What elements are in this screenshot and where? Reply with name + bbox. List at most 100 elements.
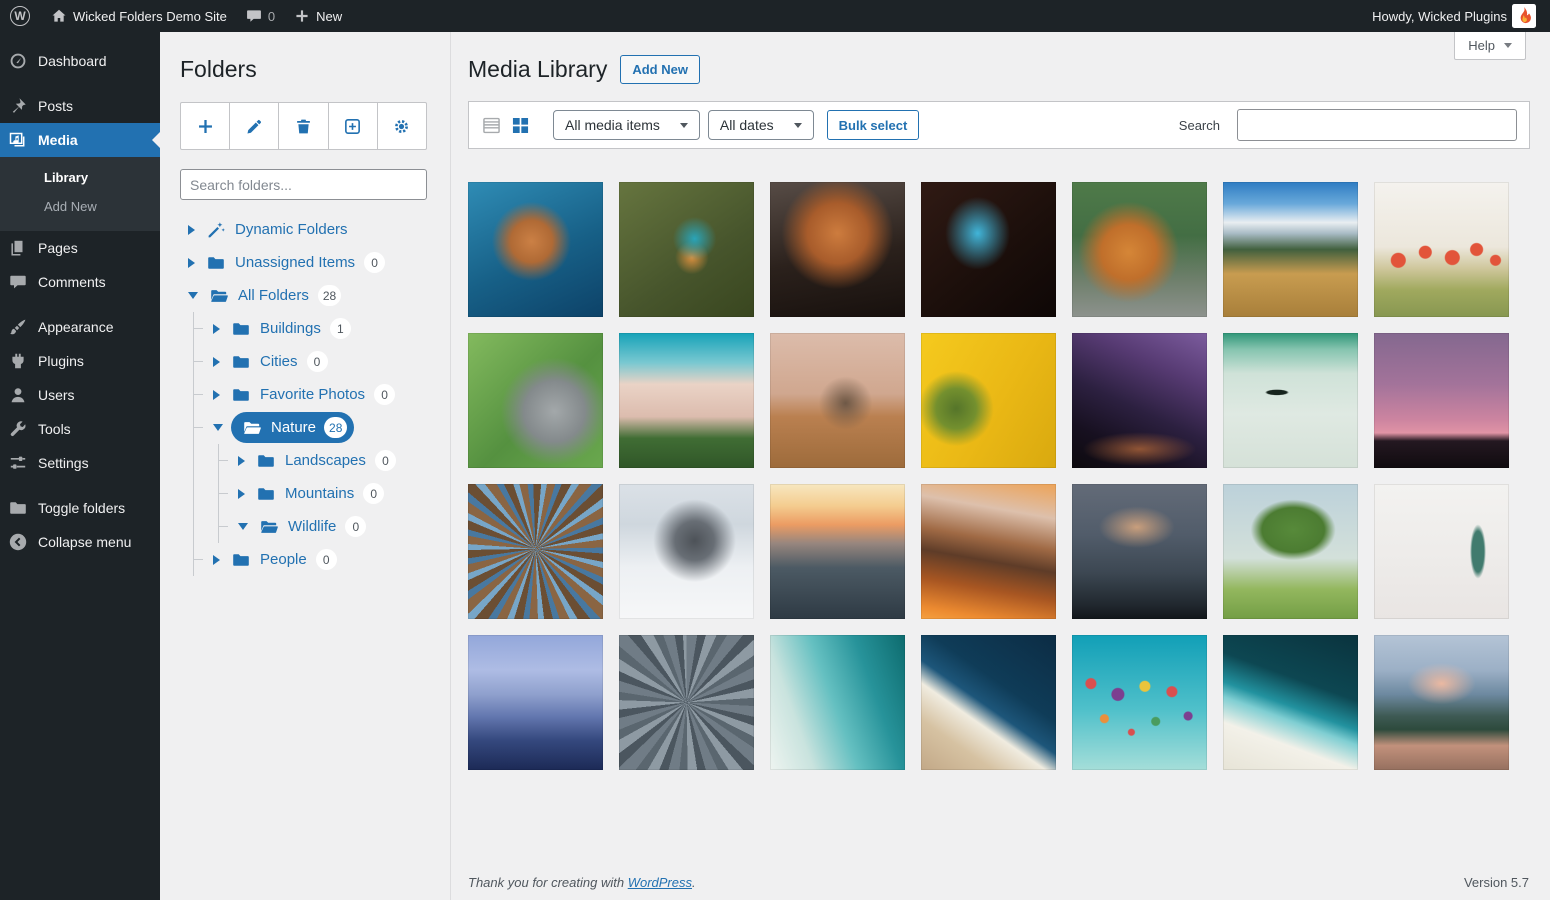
sidebar-item-dashboard[interactable]: Dashboard [0,44,160,78]
expand-arrow-icon[interactable] [188,225,195,235]
expand-arrow-icon[interactable] [213,324,220,334]
footer: Thank you for creating with WordPress. V… [468,875,1529,890]
folder-node-wildlife[interactable]: Wildlife0 [180,510,450,543]
media-toolbar: All media items All dates Bulk select Se… [468,101,1530,149]
media-item-fox[interactable] [770,182,905,317]
date-filter[interactable]: All dates [708,110,814,140]
media-item-forest-canopy[interactable] [468,484,603,619]
delete-folder-button[interactable] [279,103,328,149]
wordpress-link[interactable]: WordPress [628,875,692,890]
sidebar-item-plugins[interactable]: Plugins [0,344,160,378]
media-item-blue-mountain-layers[interactable] [468,635,603,770]
media-item-ocean-shore-aerial[interactable] [921,635,1056,770]
expand-arrow-icon[interactable] [238,489,245,499]
folder-settings-button[interactable] [378,103,426,149]
media-item-misty-fjord[interactable] [1072,484,1207,619]
site-name-link[interactable]: Wicked Folders Demo Site [44,0,233,32]
sidebar-subitem-library[interactable]: Library [0,163,160,192]
sidebar-item-media[interactable]: Media [0,123,160,157]
folder-search-input[interactable] [180,169,427,200]
account-menu[interactable]: Howdy, Wicked Plugins [1366,0,1542,32]
collapse-arrow-icon[interactable] [213,424,223,431]
add-new-button[interactable]: Add New [620,55,700,84]
sidebar-item-settings[interactable]: Settings [0,446,160,480]
media-item-statue-of-liberty-fog[interactable] [1374,484,1509,619]
sidebar-item-comments[interactable]: Comments [0,265,160,299]
folder-node-nature[interactable]: Nature28 [180,411,450,444]
media-item-milky-way-church[interactable] [1072,333,1207,468]
media-item-elephant[interactable] [770,333,905,468]
wordpress-logo-icon[interactable]: W [10,6,30,26]
sidebar-item-appearance[interactable]: Appearance [0,310,160,344]
folder-icon [206,253,226,273]
sidebar-item-toggle-folders[interactable]: Toggle folders [0,491,160,525]
folder-node-favorite-photos[interactable]: Favorite Photos0 [180,378,450,411]
media-item-kingfisher[interactable] [619,182,754,317]
media-item-poppy-field[interactable] [1374,182,1509,317]
media-item-beach-boat-aerial[interactable] [1223,635,1358,770]
expand-arrow-icon[interactable] [213,357,220,367]
media-search-input[interactable] [1237,109,1517,141]
new-content-button[interactable]: New [287,0,348,32]
media-icon [8,130,28,150]
media-item-pink-dusk[interactable] [1374,333,1509,468]
media-item-sand-dune[interactable] [619,333,754,468]
media-type-filter[interactable]: All media items [553,110,700,140]
media-item-soaring-bird[interactable] [1223,333,1358,468]
grid-view-icon[interactable] [510,115,531,136]
admin-bar: W Wicked Folders Demo Site 0 New Howdy, … [0,0,1550,32]
comment-bubble-icon [245,7,263,25]
help-tab[interactable]: Help [1454,32,1526,60]
media-item-winter-forest-sunset[interactable] [770,484,905,619]
list-view-icon[interactable] [481,115,502,136]
media-item-owl[interactable] [468,333,603,468]
media-item-sunflower[interactable] [921,333,1056,468]
folder-node-people[interactable]: People0 [180,543,450,576]
media-item-lone-tree[interactable] [1223,484,1358,619]
sidebar-item-pages[interactable]: Pages [0,231,160,265]
folder-node-landscapes[interactable]: Landscapes0 [180,444,450,477]
plus-icon [196,117,215,136]
sidebar-item-collapse-menu[interactable]: Collapse menu [0,525,160,559]
media-item-orange-clouds[interactable] [921,484,1056,619]
move-icon [343,117,362,136]
add-folder-button[interactable] [181,103,230,149]
expand-arrow-icon[interactable] [238,456,245,466]
media-item-mountain-peak-clouds[interactable] [619,484,754,619]
collapse-arrow-icon[interactable] [188,292,198,299]
move-folder-button[interactable] [329,103,378,149]
tools-icon [8,419,28,439]
media-item-sea-turtle[interactable] [468,182,603,317]
media-item-tiger[interactable] [1072,182,1207,317]
folder-node-dynamic-folders[interactable]: Dynamic Folders [180,213,450,246]
sidebar-subitem-add-new[interactable]: Add New [0,192,160,221]
folder-count-badge: 0 [364,252,385,273]
folder-node-all-folders[interactable]: All Folders28 [180,279,450,312]
search-label: Search [1179,118,1220,133]
sidebar-item-users[interactable]: Users [0,378,160,412]
sidebar-item-tools[interactable]: Tools [0,412,160,446]
bulk-select-button[interactable]: Bulk select [827,110,920,140]
sidebar-item-posts[interactable]: Posts [0,89,160,123]
folder-icon [256,451,276,471]
media-item-canyon-river[interactable] [921,182,1056,317]
folder-node-mountains[interactable]: Mountains0 [180,477,450,510]
media-item-turquoise-wave[interactable] [770,635,905,770]
expand-arrow-icon[interactable] [188,258,195,268]
media-item-yosemite-river[interactable] [1374,635,1509,770]
media-item-mountain-meadow[interactable] [1223,182,1358,317]
media-item-hot-air-balloons[interactable] [1072,635,1207,770]
edit-folder-button[interactable] [230,103,279,149]
comments-shortcut[interactable]: 0 [239,0,281,32]
media-item-frosty-forest-aerial[interactable] [619,635,754,770]
thanks-text: Thank you for creating with WordPress. [468,875,696,890]
folder-node-unassigned-items[interactable]: Unassigned Items0 [180,246,450,279]
dashboard-icon [8,51,28,71]
expand-arrow-icon[interactable] [213,390,220,400]
folder-count-badge: 0 [363,483,384,504]
folder-node-buildings[interactable]: Buildings1 [180,312,450,345]
chevron-down-icon [794,123,802,128]
expand-arrow-icon[interactable] [213,555,220,565]
collapse-arrow-icon[interactable] [238,523,248,530]
folder-node-cities[interactable]: Cities0 [180,345,450,378]
